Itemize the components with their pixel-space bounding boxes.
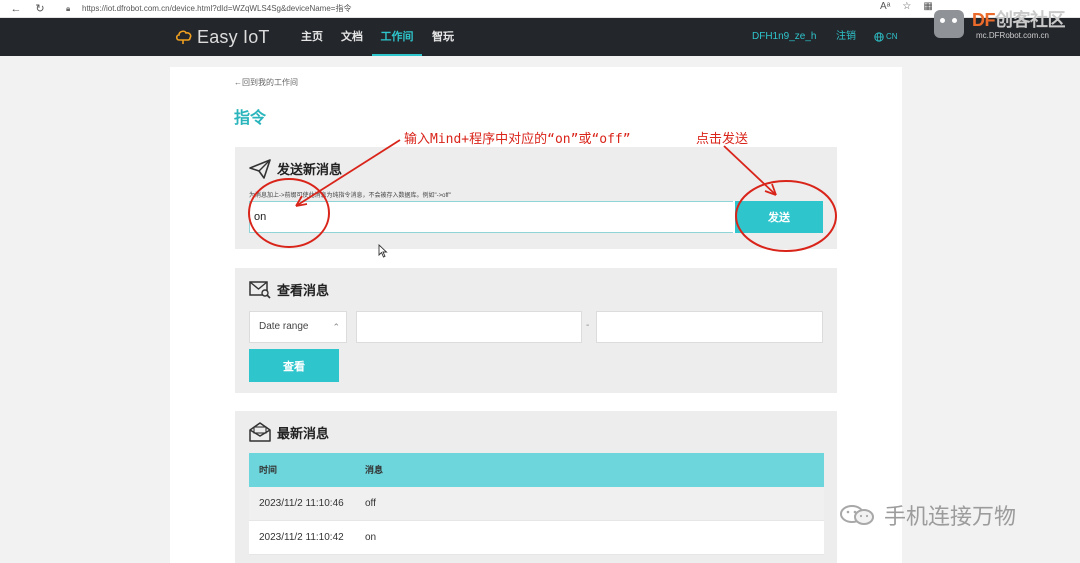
lock-icon: 🔒︎ <box>66 4 71 13</box>
table-row[interactable]: 2023/11/2 11:10:42 on <box>249 521 824 555</box>
robot-icon <box>934 10 964 38</box>
address-url: https://iot.dfrobot.com.cn/device.html?d… <box>82 4 352 13</box>
favorite-icon[interactable]: ☆ <box>902 1 911 17</box>
nav-docs[interactable]: 文档 <box>341 18 363 56</box>
column-header-message: 消息 <box>365 465 384 475</box>
date-range-select[interactable]: Date range ⌃ <box>249 311 347 343</box>
start-date-input[interactable] <box>356 311 582 343</box>
reload-icon[interactable]: ↻ <box>32 1 48 17</box>
select-arrows-icon: ⌃ <box>332 322 340 332</box>
view-button[interactable]: 查看 <box>249 349 339 382</box>
back-to-workspace-link[interactable]: ←回到我的工作间 <box>234 77 298 88</box>
view-messages-panel: 查看消息 Date range ⌃ - 查看 <box>235 268 837 393</box>
latest-panel-title: 最新消息 <box>277 426 330 441</box>
watermark-brand: DF创客社区 <box>972 6 1066 32</box>
logo-text: Easy IoT <box>197 26 270 47</box>
message-input[interactable] <box>249 201 735 233</box>
app-header: Easy IoT 主页 文档 工作间 智玩 DFH1n9_ze_h 注销 CN <box>0 18 1080 56</box>
send-annotation-text: 点击发送 <box>696 132 749 147</box>
table-row[interactable]: 2023/11/2 11:10:46 off <box>249 487 824 521</box>
send-button[interactable]: 发送 <box>733 201 823 233</box>
table-header: 时间 消息 <box>249 453 824 487</box>
send-panel-title: 发送新消息 <box>277 162 343 177</box>
send-hint-text: 为消息加上->前缀可使此消息为纯指令消息，不会被存入数据库。例如"->off" <box>249 193 451 199</box>
row-message: off <box>365 498 376 509</box>
row-time: 2023/11/2 11:10:46 <box>259 498 344 509</box>
mail-open-icon <box>249 422 271 442</box>
watermark-brand-cn: 创客社区 <box>995 10 1066 30</box>
date-separator: - <box>586 320 590 331</box>
globe-icon <box>874 32 884 42</box>
watermark-bottom-text: 手机连接万物 <box>884 504 1017 529</box>
nav-workspace[interactable]: 工作间 <box>372 18 422 56</box>
address-bar[interactable]: 🔒︎ https://iot.dfrobot.com.cn/device.htm… <box>60 0 878 17</box>
paper-plane-icon <box>249 159 271 179</box>
page-title: 指令 <box>234 110 267 127</box>
logo[interactable]: Easy IoT <box>175 26 270 48</box>
mouse-cursor-icon <box>378 244 388 258</box>
logout-link[interactable]: 注销 <box>836 18 856 56</box>
row-message: on <box>365 532 377 543</box>
column-header-time: 时间 <box>259 465 278 475</box>
watermark-site: mc.DFRobot.com.cn <box>976 31 1049 40</box>
date-range-label: Date range <box>259 321 309 332</box>
user-name[interactable]: DFH1n9_ze_h <box>752 18 816 56</box>
latest-messages-panel: 最新消息 时间 消息 2023/11/2 11:10:46 off 2023/1… <box>235 411 837 563</box>
nav-home[interactable]: 主页 <box>301 18 323 56</box>
language-switch[interactable]: CN <box>874 18 898 56</box>
view-panel-title: 查看消息 <box>277 283 330 298</box>
envelope-search-icon <box>249 281 271 299</box>
row-time: 2023/11/2 11:10:42 <box>259 532 344 543</box>
nav-smart[interactable]: 智玩 <box>432 18 454 56</box>
send-message-panel: 发送新消息 为消息加上->前缀可使此消息为纯指令消息，不会被存入数据库。例如"-… <box>235 147 837 249</box>
language-label: CN <box>886 32 898 41</box>
dfrobot-watermark: DF创客社区 mc.DFRobot.com.cn <box>928 0 1080 48</box>
end-date-input[interactable] <box>596 311 823 343</box>
wechat-watermark: 手机连接万物 <box>838 500 1016 530</box>
back-arrow-icon[interactable]: ← <box>8 1 24 17</box>
browser-actions: Aᵃ ☆ ▦ <box>880 1 933 17</box>
read-aloud-icon[interactable]: Aᵃ <box>880 1 890 17</box>
watermark-brand-df: DF <box>972 10 996 30</box>
wechat-icon <box>840 505 874 525</box>
messages-table: 时间 消息 2023/11/2 11:10:46 off 2023/11/2 1… <box>249 453 824 555</box>
cloud-icon <box>175 30 192 44</box>
browser-toolbar: ← ↻ 🔒︎ https://iot.dfrobot.com.cn/device… <box>0 0 1080 18</box>
input-annotation-text: 输入Mind+程序中对应的“on”或“off” <box>404 132 631 147</box>
